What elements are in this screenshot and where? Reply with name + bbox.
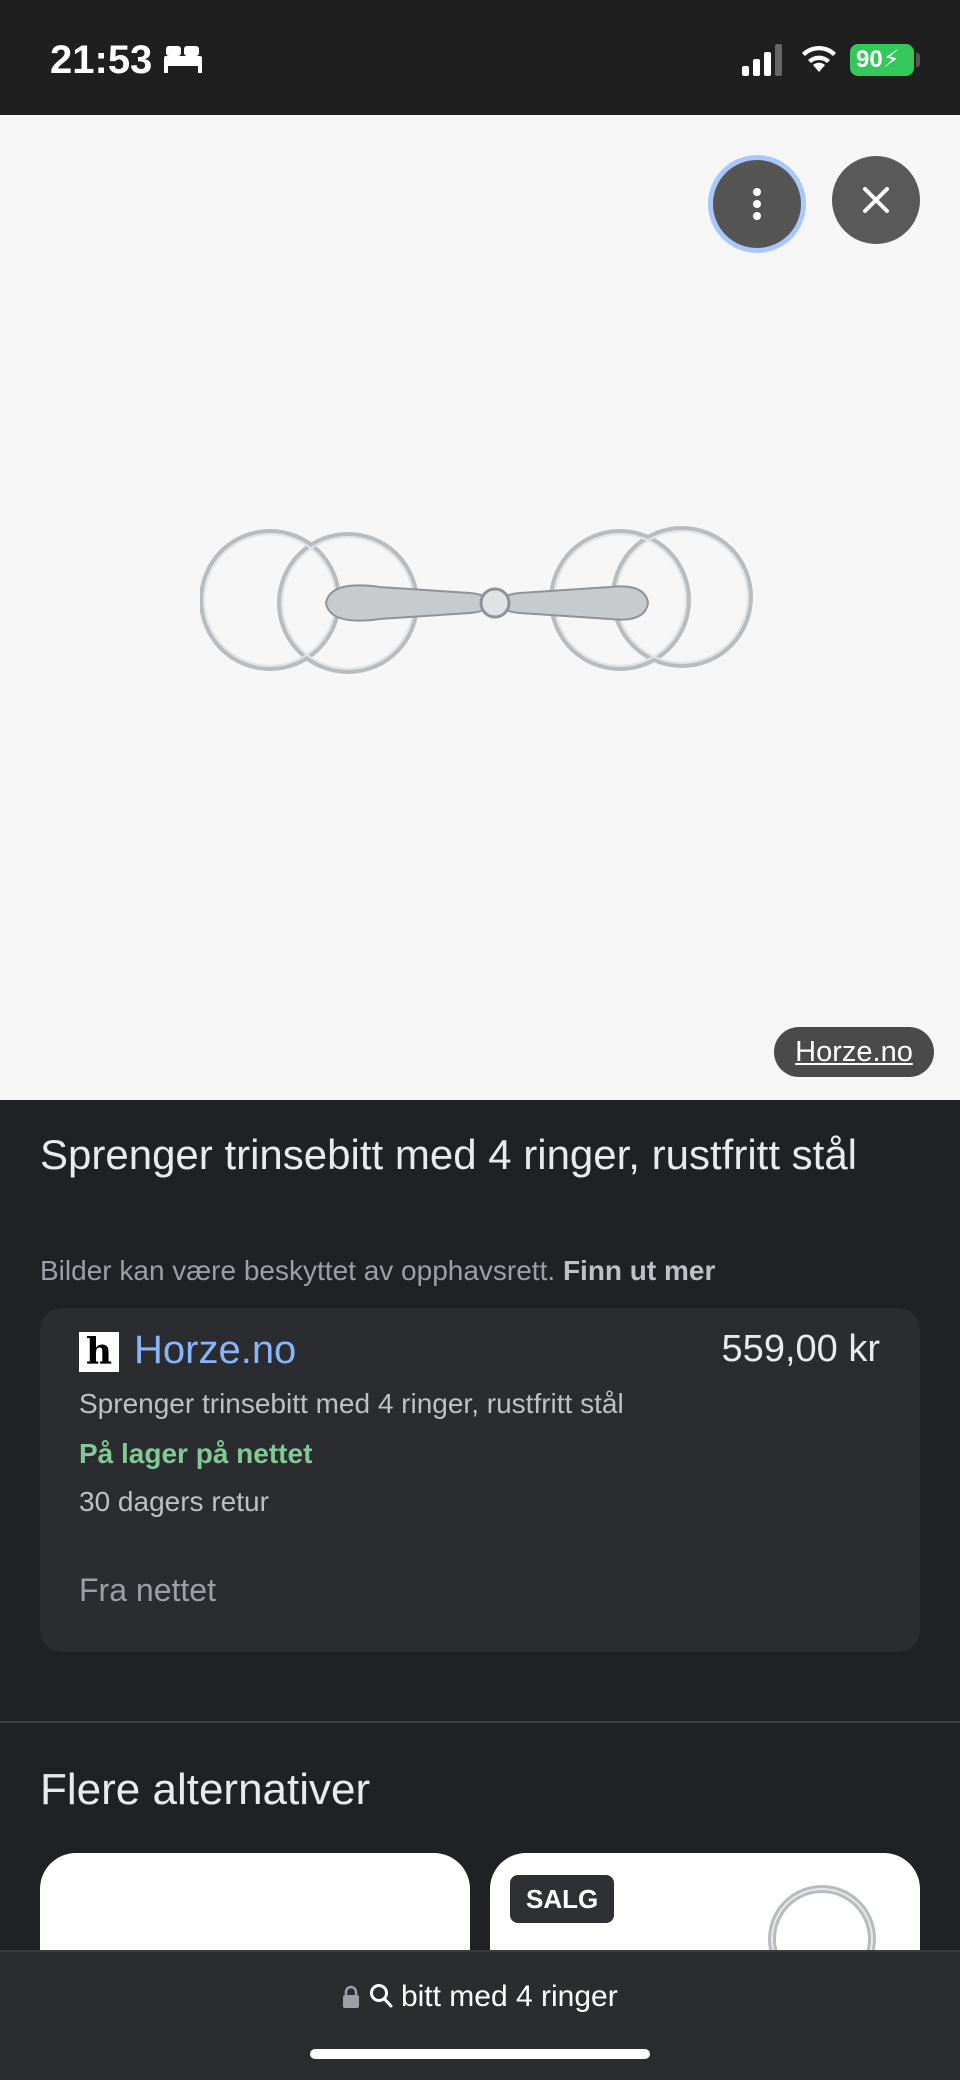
stock-status: På lager på nettet [79,1438,313,1469]
return-policy: 30 dagers retur [79,1486,269,1517]
image-source-link[interactable]: Horze.no [774,1027,934,1077]
product-title: Sprenger trinsebitt med 4 ringer, rustfr… [40,1131,858,1178]
more-options-button[interactable] [713,160,801,248]
offer-card[interactable]: h Horze.no 559,00 kr Sprenger trinsebitt… [40,1308,920,1652]
store-name[interactable]: Horze.no [134,1328,296,1373]
alternatives-title: Flere alternativer [40,1765,371,1814]
copyright-text: Bilder kan være beskyttet av opphavsrett… [40,1255,556,1286]
offer-source: Fra nettet [79,1572,216,1608]
browser-address-bar[interactable]: bitt med 4 ringer [0,1950,960,2080]
search-icon [369,1984,393,2008]
learn-more-link[interactable]: Finn ut mer [563,1255,715,1286]
sale-badge: SALG [510,1875,615,1923]
close-icon [863,187,889,213]
signal-icon [742,44,782,76]
lock-icon [343,1985,360,2008]
product-image[interactable] [200,525,760,705]
url-text: bitt med 4 ringer [400,1980,618,2013]
store-logo: h [79,1332,119,1372]
close-button[interactable] [832,156,920,244]
battery-indicator: 90⚡ [850,44,914,76]
offer-description: Sprenger trinsebitt med 4 ringer, rustfr… [79,1388,624,1419]
wifi-icon [802,45,836,72]
offer-price: 559,00 kr [721,1328,880,1370]
url-display[interactable]: bitt med 4 ringer [0,1980,960,2014]
battery-level: 90 [856,46,883,73]
more-vert-icon [753,188,761,220]
home-indicator[interactable] [310,2049,650,2059]
copyright-notice: Bilder kan være beskyttet av opphavsrett… [40,1255,715,1287]
bed-icon [164,46,202,73]
section-divider [0,1721,960,1723]
status-bar: 21:53 90⚡ [0,0,960,115]
image-viewer: Horze.no [0,115,960,1100]
status-time: 21:53 [50,38,153,82]
battery-cap [916,53,920,67]
charging-icon: ⚡ [882,46,900,73]
